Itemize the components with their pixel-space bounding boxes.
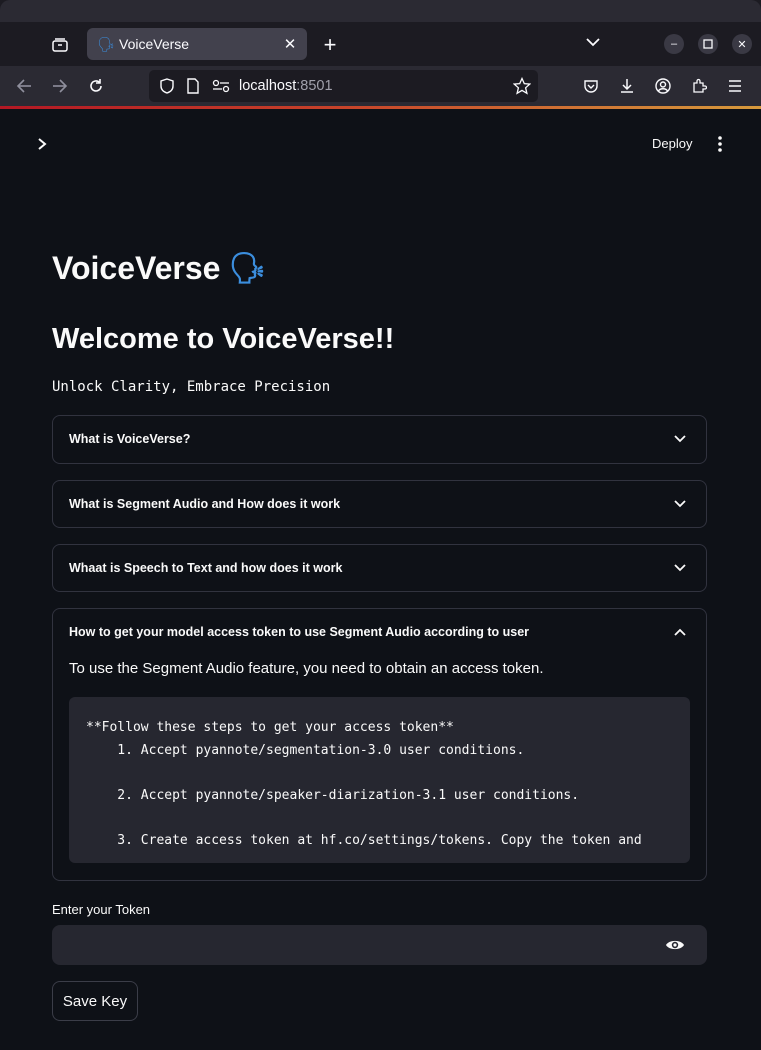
browser-tab-voiceverse[interactable]: 🗣 VoiceVerse ✕ bbox=[87, 28, 307, 60]
expander-title: Whaat is Speech to Text and how does it … bbox=[69, 561, 343, 575]
forward-icon[interactable] bbox=[50, 76, 70, 96]
expander-body-text: To use the Segment Audio feature, you ne… bbox=[69, 660, 544, 677]
url-bar[interactable] bbox=[149, 70, 538, 102]
pocket-icon[interactable] bbox=[581, 76, 601, 96]
bookmark-star-icon[interactable] bbox=[512, 76, 532, 96]
tagline: Unlock Clarity, Embrace Precision bbox=[52, 379, 331, 395]
back-icon[interactable] bbox=[14, 76, 34, 96]
url-text[interactable]: localhost:8501 bbox=[239, 78, 333, 94]
welcome-heading: Welcome to VoiceVerse!! bbox=[52, 323, 395, 355]
expander-speech-to-text[interactable]: Whaat is Speech to Text and how does it … bbox=[52, 544, 707, 592]
expander-what-is-voiceverse[interactable]: What is VoiceVerse? bbox=[52, 415, 707, 464]
list-all-tabs-icon[interactable] bbox=[586, 34, 600, 52]
code-line: 2. Accept pyannote/speaker-diarization-3… bbox=[86, 787, 580, 803]
speaking-head-icon: 🗣 bbox=[228, 252, 267, 285]
permissions-icon[interactable] bbox=[211, 76, 231, 96]
deploy-button[interactable]: Deploy bbox=[644, 132, 700, 156]
window-titlebar bbox=[0, 0, 761, 22]
minimize-icon[interactable]: – bbox=[664, 34, 684, 54]
menu-icon[interactable] bbox=[725, 76, 745, 96]
expander-title: What is Segment Audio and How does it wo… bbox=[69, 497, 341, 511]
shield-icon[interactable] bbox=[157, 76, 177, 96]
code-line: **Follow these steps to get your access … bbox=[86, 720, 454, 735]
chevron-down-icon bbox=[672, 560, 688, 576]
tab-title: VoiceVerse bbox=[119, 36, 190, 52]
token-input[interactable] bbox=[52, 925, 652, 965]
new-tab-icon[interactable]: + bbox=[318, 32, 342, 57]
expander-access-token[interactable]: How to get your model access token to us… bbox=[52, 608, 707, 881]
eye-icon[interactable] bbox=[665, 936, 685, 954]
token-label: Enter your Token bbox=[52, 902, 151, 917]
extensions-icon[interactable] bbox=[689, 76, 709, 96]
expander-header[interactable]: How to get your model access token to us… bbox=[53, 609, 706, 655]
expander-header[interactable]: What is Segment Audio and How does it wo… bbox=[53, 481, 706, 527]
expander-segment-audio[interactable]: What is Segment Audio and How does it wo… bbox=[52, 480, 707, 528]
close-window-icon[interactable]: ✕ bbox=[732, 34, 752, 54]
expander-header[interactable]: What is VoiceVerse? bbox=[53, 416, 706, 462]
save-key-button[interactable]: Save Key bbox=[52, 981, 138, 1021]
page-icon[interactable] bbox=[183, 76, 203, 96]
chevron-down-icon bbox=[672, 496, 688, 512]
code-block: **Follow these steps to get your access … bbox=[69, 697, 690, 863]
close-tab-icon[interactable]: ✕ bbox=[279, 33, 301, 55]
tab-overview-icon[interactable] bbox=[48, 34, 72, 56]
code-line: 3. Create access token at hf.co/settings… bbox=[86, 832, 642, 848]
chevron-down-icon bbox=[672, 431, 688, 447]
page-title: VoiceVerse 🗣 bbox=[52, 250, 267, 286]
expander-header[interactable]: Whaat is Speech to Text and how does it … bbox=[53, 545, 706, 591]
expander-title: What is VoiceVerse? bbox=[69, 432, 191, 446]
chevron-up-icon bbox=[672, 624, 688, 640]
expander-title: How to get your model access token to us… bbox=[69, 625, 530, 639]
code-line: 1. Accept pyannote/segmentation-3.0 user… bbox=[86, 742, 525, 758]
downloads-icon[interactable] bbox=[617, 76, 637, 96]
speaking-head-icon: 🗣 bbox=[97, 35, 115, 52]
maximize-icon[interactable] bbox=[698, 34, 718, 54]
token-field[interactable] bbox=[52, 925, 707, 965]
account-icon[interactable] bbox=[653, 76, 673, 96]
more-vertical-icon[interactable] bbox=[710, 132, 730, 156]
reload-icon[interactable] bbox=[86, 76, 106, 96]
chevron-right-icon[interactable] bbox=[32, 134, 52, 154]
